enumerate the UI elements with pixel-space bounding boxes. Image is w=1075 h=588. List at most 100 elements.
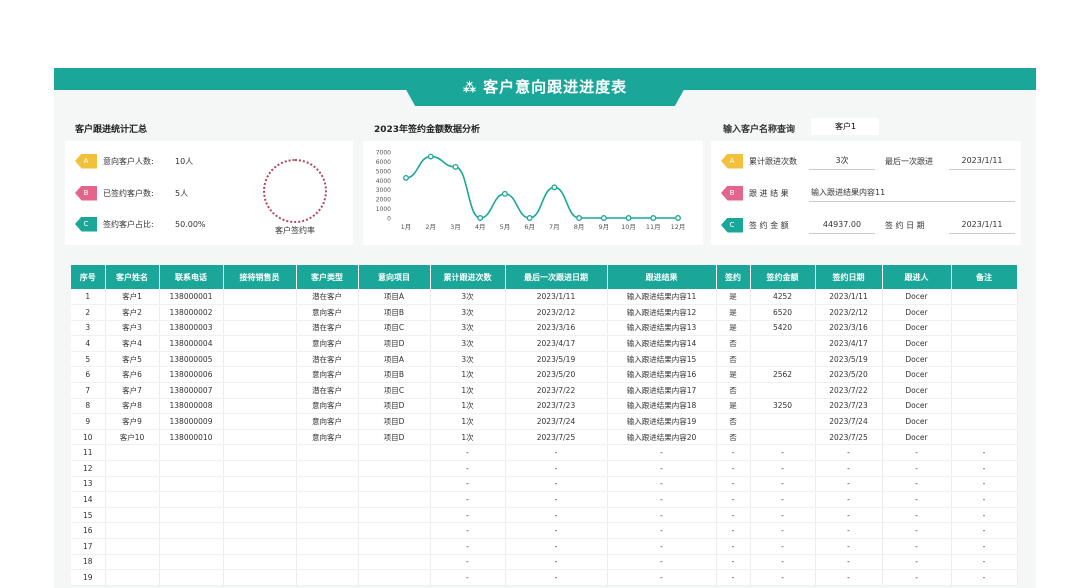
table-cell[interactable]: 是 (716, 289, 751, 306)
table-cell[interactable] (951, 413, 1018, 430)
table-cell[interactable]: Docer (882, 289, 952, 306)
table-cell[interactable]: 意向客户 (296, 429, 359, 446)
table-cell[interactable]: 3次 (430, 335, 506, 352)
table-cell[interactable] (296, 507, 359, 524)
table-cell[interactable] (105, 554, 160, 571)
table-cell[interactable] (358, 554, 431, 571)
table-cell[interactable]: - (607, 460, 717, 477)
table-cell[interactable] (223, 554, 297, 571)
table-cell[interactable]: - (505, 569, 608, 586)
table-cell[interactable]: Docer (882, 429, 952, 446)
table-cell[interactable] (105, 444, 160, 462)
table-cell[interactable]: Docer (882, 351, 952, 368)
table-cell[interactable]: - (607, 507, 717, 524)
table-cell[interactable] (951, 320, 1018, 337)
table-cell[interactable]: - (430, 476, 506, 493)
table-cell[interactable] (105, 569, 160, 586)
table-cell[interactable] (358, 444, 431, 462)
column-header[interactable]: 客户姓名 (105, 265, 160, 289)
table-cell[interactable] (159, 491, 224, 508)
column-header[interactable]: 累计跟进次数 (430, 265, 506, 289)
table-cell[interactable]: 2023/5/19 (815, 351, 883, 368)
table-cell[interactable]: 6 (71, 366, 106, 384)
table-cell[interactable]: 3 (71, 320, 106, 337)
table-cell[interactable]: - (882, 460, 952, 477)
table-cell[interactable]: - (815, 522, 883, 539)
table-cell[interactable]: - (750, 522, 816, 539)
table-cell[interactable] (951, 398, 1018, 415)
table-cell[interactable]: - (750, 444, 816, 462)
table-cell[interactable]: 2023/7/23 (815, 398, 883, 415)
table-cell[interactable]: 项目D (358, 413, 431, 430)
table-cell[interactable]: - (750, 538, 816, 555)
table-cell[interactable]: 3次 (430, 351, 506, 368)
column-header[interactable]: 备注 (951, 265, 1018, 289)
table-cell[interactable] (750, 382, 816, 399)
table-cell[interactable] (223, 335, 297, 352)
table-cell[interactable] (358, 491, 431, 508)
table-cell[interactable]: - (815, 444, 883, 462)
table-cell[interactable] (223, 476, 297, 493)
customer-search-input[interactable] (811, 118, 879, 135)
table-cell[interactable]: - (505, 538, 608, 555)
table-cell[interactable]: - (882, 507, 952, 524)
table-cell[interactable] (358, 569, 431, 586)
table-cell[interactable]: - (716, 554, 751, 571)
table-cell[interactable]: 15 (71, 507, 106, 524)
table-cell[interactable] (159, 554, 224, 571)
table-cell[interactable]: 2023/7/24 (815, 413, 883, 430)
table-cell[interactable]: - (607, 538, 717, 555)
table-cell[interactable]: 客户2 (105, 304, 160, 321)
table-cell[interactable]: 意向客户 (296, 366, 359, 384)
table-cell[interactable]: 客户5 (105, 351, 160, 368)
table-cell[interactable]: - (716, 491, 751, 508)
table-cell[interactable]: - (882, 491, 952, 508)
table-cell[interactable]: - (750, 491, 816, 508)
table-cell[interactable]: 否 (716, 335, 751, 352)
table-cell[interactable]: 意向客户 (296, 304, 359, 321)
table-cell[interactable]: Docer (882, 382, 952, 399)
table-cell[interactable]: - (505, 444, 608, 462)
table-cell[interactable]: 项目A (358, 289, 431, 306)
table-cell[interactable] (358, 507, 431, 524)
table-cell[interactable] (223, 289, 297, 306)
table-cell[interactable]: 输入跟进结果内容13 (607, 320, 717, 337)
table-cell[interactable]: - (951, 444, 1018, 462)
table-cell[interactable]: 18 (71, 554, 106, 571)
table-cell[interactable] (750, 335, 816, 352)
table-cell[interactable]: - (951, 538, 1018, 555)
table-cell[interactable]: 12 (71, 460, 106, 477)
table-cell[interactable]: - (430, 460, 506, 477)
table-cell[interactable]: - (716, 538, 751, 555)
table-cell[interactable]: - (951, 491, 1018, 508)
table-cell[interactable]: - (815, 538, 883, 555)
table-cell[interactable]: - (815, 460, 883, 477)
table-cell[interactable]: - (716, 522, 751, 539)
table-cell[interactable]: 意向客户 (296, 413, 359, 430)
table-cell[interactable]: 19 (71, 569, 106, 586)
table-cell[interactable]: 138000007 (159, 382, 224, 399)
table-cell[interactable]: 9 (71, 413, 106, 430)
table-cell[interactable]: 输入跟进结果内容15 (607, 351, 717, 368)
table-cell[interactable] (159, 460, 224, 477)
table-cell[interactable]: 138000001 (159, 289, 224, 306)
column-header[interactable]: 联系电话 (159, 265, 224, 289)
table-cell[interactable] (951, 382, 1018, 399)
table-cell[interactable]: - (430, 538, 506, 555)
table-cell[interactable]: 2023/1/11 (505, 289, 608, 306)
table-cell[interactable]: - (951, 569, 1018, 586)
table-cell[interactable]: - (607, 491, 717, 508)
table-cell[interactable]: 项目C (358, 382, 431, 399)
table-cell[interactable] (296, 460, 359, 477)
table-cell[interactable]: 2023/2/12 (815, 304, 883, 321)
table-cell[interactable] (296, 538, 359, 555)
table-cell[interactable] (159, 444, 224, 462)
table-cell[interactable]: - (607, 444, 717, 462)
table-cell[interactable]: - (750, 507, 816, 524)
table-cell[interactable] (296, 491, 359, 508)
table-cell[interactable]: 项目A (358, 351, 431, 368)
table-cell[interactable] (159, 538, 224, 555)
table-cell[interactable]: 项目D (358, 398, 431, 415)
table-cell[interactable]: - (607, 476, 717, 493)
table-cell[interactable]: - (750, 554, 816, 571)
